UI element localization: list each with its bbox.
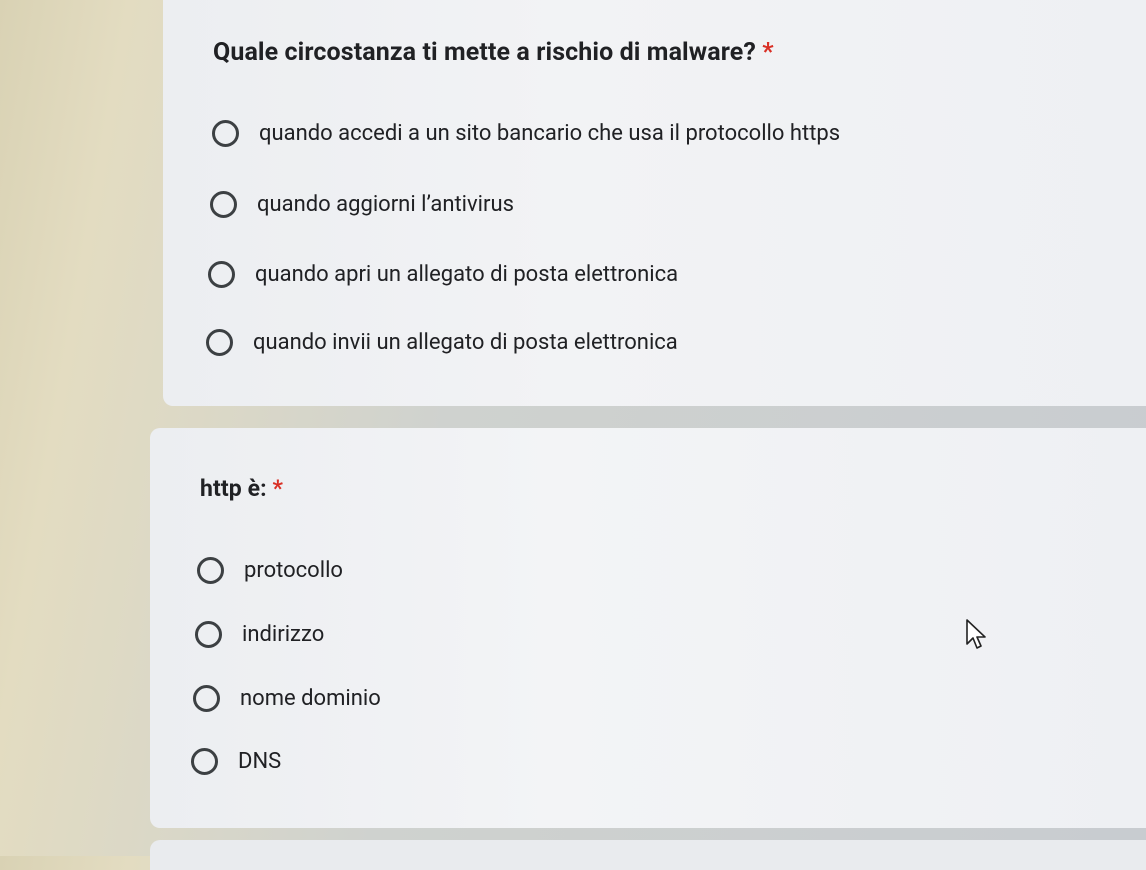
radio-option-protocollo[interactable]: protocollo [197, 557, 343, 584]
radio-option-https[interactable]: quando accedi a un sito bancario che usa… [212, 120, 840, 147]
option-label: quando aggiorni l’antivirus [257, 192, 514, 217]
option-label: quando apri un allegato di posta elettro… [255, 262, 679, 287]
radio-unchecked-icon[interactable] [212, 120, 239, 147]
radio-unchecked-icon[interactable] [197, 557, 224, 584]
radio-option-apri-allegato[interactable]: quando apri un allegato di posta elettro… [208, 261, 678, 288]
question-title-http: http è: * [200, 475, 283, 502]
option-label: indirizzo [242, 622, 325, 647]
question-title-text: http è: [200, 475, 267, 502]
option-label: protocollo [244, 558, 343, 583]
option-label: nome dominio [240, 686, 381, 711]
mouse-pointer-icon [966, 619, 986, 649]
option-label: DNS [238, 749, 282, 774]
radio-option-dns[interactable]: DNS [191, 748, 281, 775]
radio-option-invii-allegato[interactable]: quando invii un allegato di posta elettr… [206, 329, 678, 356]
radio-unchecked-icon[interactable] [208, 261, 235, 288]
question-title-malware: Quale circostanza ti mette a rischio di … [213, 38, 774, 67]
radio-unchecked-icon[interactable] [191, 748, 218, 775]
radio-option-nome-dominio[interactable]: nome dominio [193, 685, 381, 712]
required-asterisk: * [272, 475, 284, 502]
radio-option-indirizzo[interactable]: indirizzo [195, 621, 324, 648]
required-asterisk: * [762, 38, 774, 67]
option-label: quando accedi a un sito bancario che usa… [259, 121, 841, 146]
option-label: quando invii un allegato di posta elettr… [253, 330, 678, 355]
radio-option-antivirus[interactable]: quando aggiorni l’antivirus [210, 191, 514, 218]
radio-unchecked-icon[interactable] [206, 329, 233, 356]
radio-unchecked-icon[interactable] [210, 191, 237, 218]
next-question-card-edge [150, 840, 1146, 870]
radio-unchecked-icon[interactable] [193, 685, 220, 712]
radio-unchecked-icon[interactable] [195, 621, 222, 648]
question-title-text: Quale circostanza ti mette a rischio di … [213, 38, 756, 67]
